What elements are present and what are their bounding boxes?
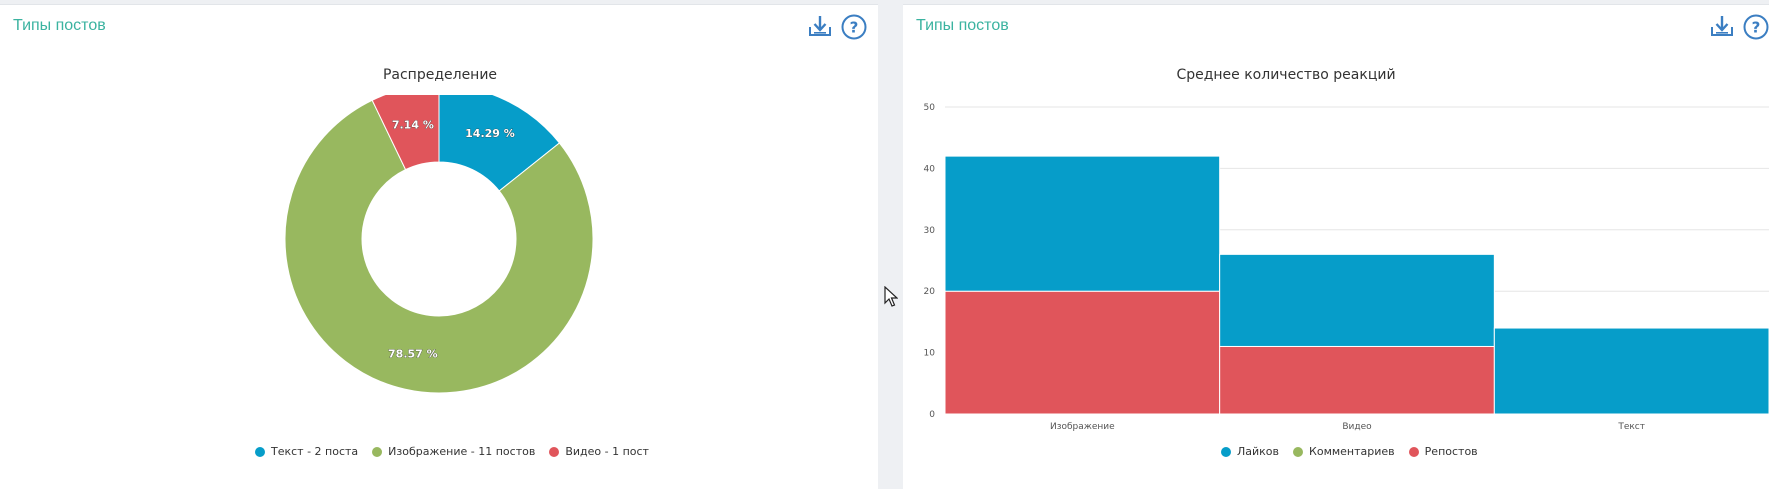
x-tick-label: Текст [1617,422,1645,432]
legend-item[interactable]: Видео - 1 пост [549,445,649,458]
legend-item[interactable]: Лайков [1221,445,1279,458]
panel-title: Типы постов [916,17,1009,34]
bar-segment[interactable] [1219,345,1495,415]
post-types-panel-right: Типы постов ? Среднее количество реакций… [903,4,1769,489]
y-tick-label: 10 [924,349,936,359]
y-tick-label: 0 [929,410,935,420]
donut-chart: 14.29 % 78.57 % 7.14 % [284,95,594,394]
svg-text:?: ? [850,19,859,37]
download-icon[interactable] [806,13,834,41]
x-tick-label: Видео [1342,422,1372,432]
bar-segment[interactable] [1219,253,1495,347]
legend-marker [549,446,560,457]
chart-title: Среднее количество реакций [1176,67,1396,83]
donut-legend: Текст - 2 поста Изображение - 11 постов Ви… [255,445,649,458]
y-tick-label: 40 [924,164,936,174]
y-tick-label: 50 [924,103,936,113]
legend-marker [1221,446,1231,457]
legend-marker [372,446,383,457]
help-icon[interactable]: ? [1742,13,1769,41]
legend-item[interactable]: Изображение - 11 постов [372,445,535,458]
legend-marker [255,446,265,457]
chart-title: Распределение [382,67,498,83]
slice-label: 7.14 % [392,118,434,131]
slice-label: 78.57 % [388,348,438,361]
post-types-panel-left: Типы постов ? Распределение 14.29 % 78.57… [0,4,878,489]
legend-label: Изображение - 11 постов [388,445,536,458]
legend-label: Текст - 2 поста [271,445,359,458]
legend-label: Репостов [1424,445,1478,458]
legend-label: Лайков [1237,445,1280,458]
mouse-cursor-icon [884,286,898,307]
panel-title: Типы постов [13,17,106,34]
bar-segment[interactable] [944,155,1221,292]
y-tick-label: 30 [924,226,936,236]
help-icon[interactable]: ? [840,13,868,41]
legend-item[interactable]: Комментариев [1293,445,1395,458]
bar-legend: Лайков Комментариев Репостов [1221,445,1478,458]
svg-text:?: ? [1752,19,1761,37]
legend-item[interactable]: Текст - 2 поста [255,445,358,458]
legend-label: Видео - 1 пост [565,445,649,458]
bar-segment[interactable] [1493,327,1769,415]
legend-label: Комментариев [1309,445,1395,458]
legend-item[interactable]: Репостов [1408,445,1478,458]
download-icon[interactable] [1708,13,1736,41]
x-tick-label: Изображение [1050,422,1115,432]
stacked-bar-chart: 0 10 20 30 40 50 Изображение Видео Текст [924,103,1769,432]
slice-label: 14.29 % [465,127,515,140]
bar-segment[interactable] [944,290,1221,415]
legend-marker [1408,446,1419,457]
legend-marker [1293,446,1304,457]
y-tick-label: 20 [924,287,936,297]
